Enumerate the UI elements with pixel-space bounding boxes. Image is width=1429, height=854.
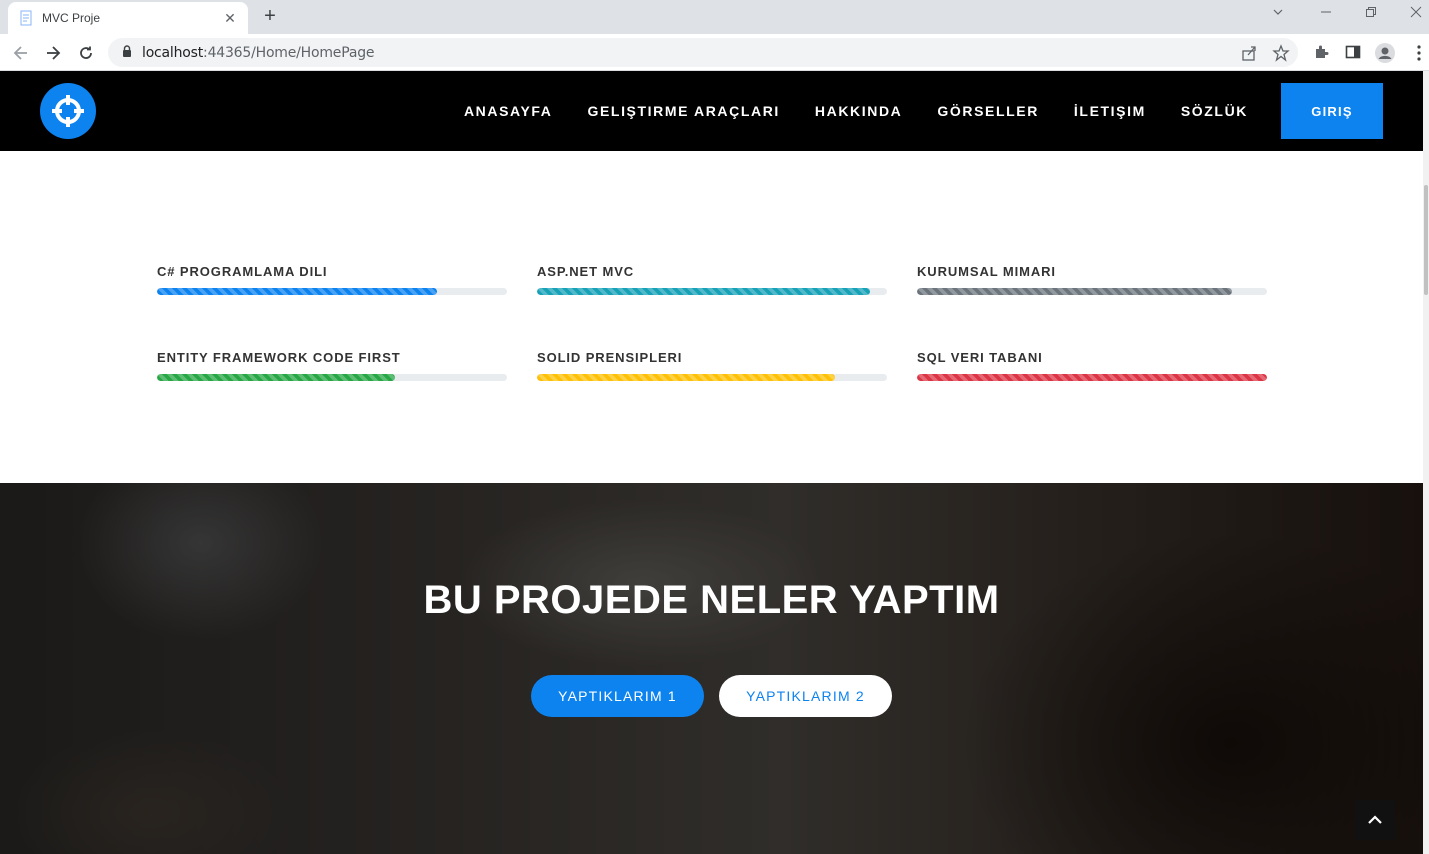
- skill-item: ENTITY FRAMEWORK CODE FIRST: [157, 350, 507, 381]
- skill-name: KURUMSAL MIMARI: [917, 264, 1056, 279]
- share-icon[interactable]: [1240, 44, 1258, 62]
- browser-tab[interactable]: MVC Proje ✕: [8, 2, 248, 34]
- skill-item: SQL VERI TABANI: [917, 350, 1267, 381]
- menu-kebab-icon[interactable]: [1409, 43, 1429, 63]
- progress-fill: [537, 288, 870, 295]
- reload-icon[interactable]: [74, 41, 98, 65]
- skill-name: C# PROGRAMLAMA DILI: [157, 264, 328, 279]
- progress-bar: [537, 374, 887, 381]
- profile-avatar-icon[interactable]: [1375, 43, 1395, 63]
- close-icon[interactable]: ✕: [222, 10, 238, 27]
- progress-bar: [157, 374, 507, 381]
- restore-button[interactable]: [1361, 6, 1381, 21]
- login-button[interactable]: GIRIŞ: [1281, 83, 1383, 139]
- hero-section: BU PROJEDE NELER YAPTIM YAPTIKLARIM 1 YA…: [0, 483, 1423, 854]
- scrollbar-thumb[interactable]: [1424, 185, 1428, 295]
- hero-background-photo: [0, 483, 1423, 854]
- skill-item: KURUMSAL MIMARI: [917, 264, 1267, 295]
- address-bar[interactable]: localhost:44365/Home/HomePage: [108, 38, 1298, 67]
- skill-name: ASP.NET MVC: [537, 264, 635, 279]
- yaptiklarim-2-button[interactable]: YAPTIKLARIM 2: [719, 675, 892, 717]
- site-logo[interactable]: [40, 83, 96, 139]
- progress-fill: [917, 374, 1267, 381]
- window-close-button[interactable]: [1406, 6, 1426, 21]
- chevron-up-icon: [1368, 815, 1382, 824]
- url-host: localhost: [142, 44, 204, 61]
- skill-name: SQL VERI TABANI: [917, 350, 1043, 365]
- browser-tab-bar: MVC Proje ✕ +: [0, 0, 1429, 34]
- scroll-to-top-button[interactable]: [1355, 800, 1395, 840]
- skill-item: SOLID PRENSIPLERI: [537, 350, 887, 381]
- hero-title: BU PROJEDE NELER YAPTIM: [423, 578, 1000, 622]
- progress-bar: [157, 288, 507, 295]
- progress-bar: [537, 288, 887, 295]
- extensions-puzzle-icon[interactable]: [1312, 43, 1332, 63]
- forward-arrow-icon[interactable]: [41, 41, 65, 65]
- nav-link-sozluk[interactable]: SÖZLÜK: [1181, 103, 1248, 119]
- new-tab-button[interactable]: +: [258, 5, 282, 29]
- progress-fill: [537, 374, 835, 381]
- main-nav: ANASAYFA GELIŞTIRME ARAÇLARI HAKKINDA GÖ…: [429, 71, 1248, 151]
- url-text: localhost:44365/Home/HomePage: [142, 44, 375, 61]
- tab-search-icon[interactable]: [1268, 6, 1288, 21]
- skill-name: ENTITY FRAMEWORK CODE FIRST: [157, 350, 401, 365]
- progress-bar: [917, 374, 1267, 381]
- site-header: ANASAYFA GELIŞTIRME ARAÇLARI HAKKINDA GÖ…: [0, 71, 1423, 151]
- nav-link-gelistirme-araclari[interactable]: GELIŞTIRME ARAÇLARI: [587, 103, 779, 119]
- lock-icon[interactable]: [122, 44, 132, 62]
- nav-link-gorseller[interactable]: GÖRSELLER: [937, 103, 1039, 119]
- progress-fill: [917, 288, 1232, 295]
- minimize-button[interactable]: [1316, 6, 1336, 21]
- nav-link-iletisim[interactable]: İLETIŞIM: [1074, 103, 1146, 119]
- progress-fill: [157, 374, 395, 381]
- skill-item: C# PROGRAMLAMA DILI: [157, 264, 507, 295]
- yaptiklarim-1-button[interactable]: YAPTIKLARIM 1: [531, 675, 704, 717]
- back-arrow-icon[interactable]: [9, 41, 33, 65]
- skill-name: SOLID PRENSIPLERI: [537, 350, 683, 365]
- page-icon: [18, 10, 34, 26]
- progress-fill: [157, 288, 437, 295]
- skill-item: ASP.NET MVC: [537, 264, 887, 295]
- bookmark-star-icon[interactable]: [1272, 44, 1290, 62]
- nav-link-hakkinda[interactable]: HAKKINDA: [815, 103, 902, 119]
- crosshair-icon: [52, 95, 84, 127]
- side-panel-icon[interactable]: [1344, 43, 1364, 63]
- progress-bar: [917, 288, 1267, 295]
- skills-section: C# PROGRAMLAMA DILI ASP.NET MVC KURUMSAL…: [0, 151, 1423, 483]
- url-path: :44365/Home/HomePage: [203, 44, 375, 61]
- tab-title: MVC Proje: [42, 11, 101, 25]
- browser-toolbar: localhost:44365/Home/HomePage: [0, 34, 1429, 71]
- nav-link-anasayfa[interactable]: ANASAYFA: [464, 103, 553, 119]
